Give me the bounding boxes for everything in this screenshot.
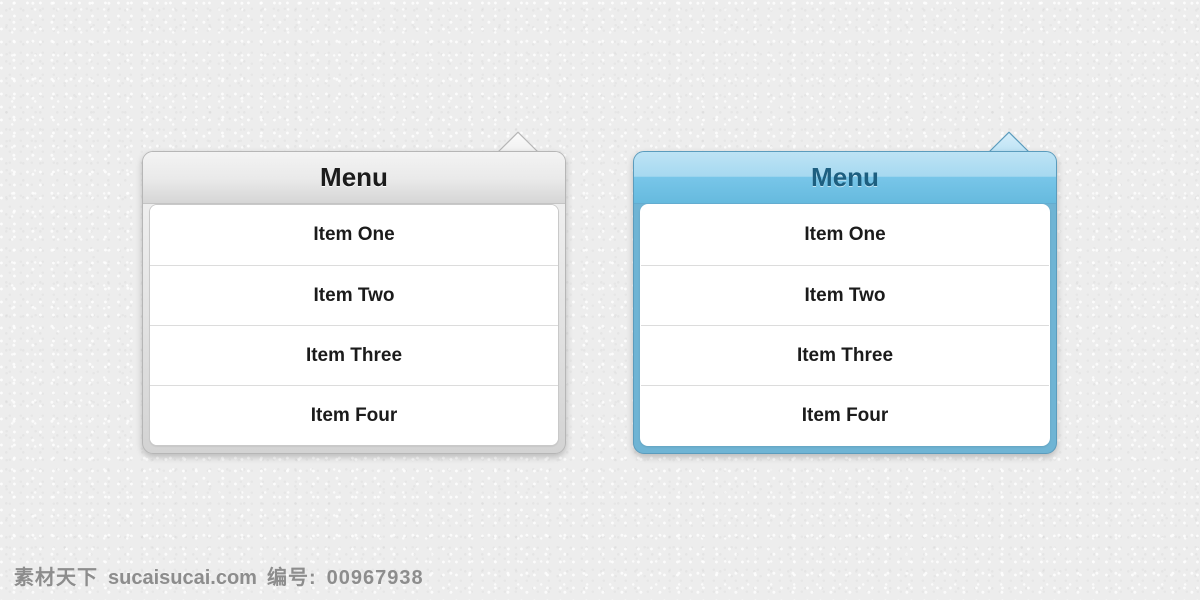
menu-item-label: Item Three (305, 344, 403, 366)
up-arrow-notch-icon (496, 131, 540, 153)
popover-panel-blue: Menu Item One Item Two Item Three Item F… (633, 151, 1057, 454)
menu-item[interactable]: Item Two (641, 265, 1049, 325)
menu-item[interactable]: Item Three (641, 325, 1049, 385)
menu-item[interactable]: Item One (150, 205, 558, 265)
popover-title-blue: Menu (811, 161, 879, 192)
menu-item[interactable]: Item Four (150, 385, 558, 445)
menu-item-label: Item Two (313, 284, 395, 306)
menu-item-label: Item Four (310, 404, 398, 426)
up-arrow-notch-icon (987, 131, 1031, 153)
popover-title-gray: Menu (320, 161, 388, 192)
watermark-id-label: 编号: (266, 567, 317, 589)
watermark-site: sucaisucai.com (108, 567, 257, 589)
menu-item[interactable]: Item Four (641, 385, 1049, 445)
menu-item-label: Item Three (796, 344, 894, 366)
menu-item[interactable]: Item One (641, 205, 1049, 265)
menu-item-label: Item One (804, 224, 886, 245)
popover-pointer-notch-gray (496, 131, 540, 153)
menu-item[interactable]: Item Three (150, 325, 558, 385)
menu-item-label: Item One (313, 224, 395, 245)
popover-header-gray: Menu (143, 152, 565, 204)
watermark-id-value: 00967938 (326, 567, 424, 589)
popover-panel-gray: Menu Item One Item Two Item Three Item F… (142, 151, 566, 454)
menu-list-gray: Item One Item Two Item Three Item Four (149, 204, 559, 446)
menu-list-blue: Item One Item Two Item Three Item Four (640, 204, 1050, 446)
menu-item-label: Item Two (804, 284, 886, 306)
watermark: 素材天下 sucaisucai.com 编号: 00967938 (14, 561, 424, 590)
menu-item-label: Item Four (801, 404, 889, 426)
popover-pointer-notch-blue (987, 131, 1031, 153)
popover-header-blue: Menu (634, 152, 1056, 204)
menu-item[interactable]: Item Two (150, 265, 558, 325)
watermark-brand: 素材天下 (14, 567, 98, 589)
